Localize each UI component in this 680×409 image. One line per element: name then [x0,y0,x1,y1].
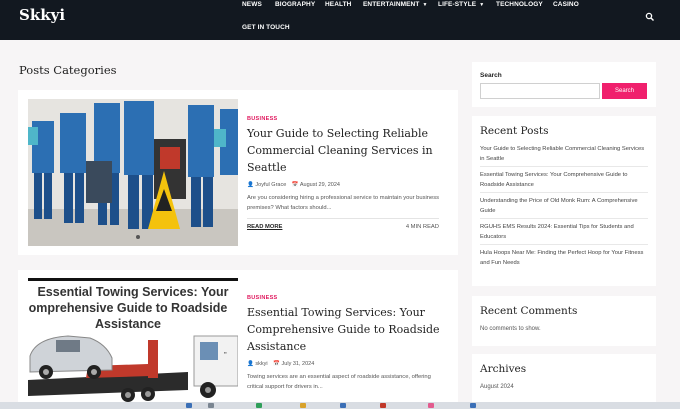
post-category[interactable]: BUSINESS [247,295,278,301]
no-comments-text: No comments to show. [480,326,541,332]
post-thumbnail-cleaning[interactable] [28,99,238,246]
post-card: Essential Towing Services: Your omprehen… [18,270,458,409]
search-label: Search [480,72,502,79]
divider [480,166,648,167]
divider [480,192,648,193]
nav-item-get-in-touch[interactable]: GET IN TOUCH [242,24,290,31]
post-thumbnail-towing[interactable]: Essential Towing Services: Your omprehen… [28,278,238,409]
taskbar-app-icon[interactable] [186,403,192,408]
chevron-down-icon: ▼ [479,2,485,8]
recent-post-link[interactable]: Your Guide to Selecting Reliable Commerc… [480,145,648,164]
post-category[interactable]: BUSINESS [247,116,278,122]
taskbar-app-icon[interactable] [256,403,262,408]
recent-post-link[interactable]: Understanding the Price of Old Monk Rum:… [480,197,648,216]
image-text-line: omprehensive Guide to Roadside [29,301,228,315]
read-more-link[interactable]: READ MORE [247,224,282,230]
taskbar-app-icon[interactable] [380,403,386,408]
nav-item-life-style[interactable]: LIFE-STYLE ▼ [438,1,484,8]
post-meta: 👤 Joyful Grace 📅 August 29, 2024 [247,182,340,188]
recent-comments-widget: Recent Comments No comments to show. [472,296,656,346]
search-button[interactable]: Search [602,83,647,99]
widget-title: Archives [480,363,527,375]
site-logo[interactable]: Skkyi [19,6,65,24]
recent-post-link[interactable]: Hula Hoops Near Me: Finding the Perfect … [480,249,648,268]
nav-item-health[interactable]: HEALTH [325,1,351,8]
image-text-line: Essential Towing Services: Your [37,285,228,299]
calendar-icon: 📅 [291,182,299,188]
cleaning-crew-photo [28,99,238,246]
nav-item-technology[interactable]: TECHNOLOGY [496,1,543,8]
post-title[interactable]: Essential Towing Services: Your Comprehe… [247,304,447,355]
taskbar-app-icon[interactable] [300,403,306,408]
tow-truck-graphic: Essential Towing Services: Your omprehen… [28,278,238,409]
nav-item-news[interactable]: NEWS [242,1,262,8]
post-excerpt: Towing services are an essential aspect … [247,374,431,390]
page-title: Posts Categories [19,63,117,77]
taskbar-app-icon[interactable] [470,403,476,408]
post-divider [247,218,439,219]
site-header: Skkyi NEWS BIOGRAPHY HEALTH ENTERTAINMEN… [0,0,680,40]
recent-posts-widget: Recent Posts Your Guide to Selecting Rel… [472,116,656,286]
post-date: July 31, 2024 [281,361,315,367]
taskbar-app-icon[interactable] [340,403,346,408]
post-title[interactable]: Your Guide to Selecting Reliable Commerc… [247,125,447,176]
widget-title: Recent Comments [480,305,578,317]
archive-link[interactable]: August 2024 [480,384,514,390]
post-card: BUSINESS Your Guide to Selecting Reliabl… [18,90,458,255]
post-excerpt: Are you considering hiring a professiona… [247,195,440,211]
post-meta: 👤 skkyi 📅 July 31, 2024 [247,361,314,367]
post-date: August 29, 2024 [299,182,340,188]
nav-item-casino[interactable]: CASINO [553,1,579,8]
search-input[interactable] [480,83,600,99]
search-widget: Search Search [472,62,656,107]
user-icon: 👤 [247,361,254,367]
nav-item-biography[interactable]: BIOGRAPHY [275,1,315,8]
user-icon: 👤 [247,182,254,188]
divider [480,218,648,219]
post-author[interactable]: skkyi [255,361,267,367]
recent-post-link[interactable]: RGUHS EMS Results 2024: Essential Tips f… [480,223,648,242]
archives-widget: Archives August 2024 [472,354,656,409]
nav-item-entertainment[interactable]: ENTERTAINMENT ▼ [363,1,428,8]
calendar-icon: 📅 [273,361,281,367]
divider [480,244,648,245]
read-time: 4 MIN READ [405,224,439,230]
recent-post-link[interactable]: Essential Towing Services: Your Comprehe… [480,171,648,190]
search-icon[interactable] [645,12,655,22]
image-text-line: Assistance [95,317,161,331]
taskbar-app-icon[interactable] [208,403,214,408]
taskbar-app-icon[interactable] [428,403,434,408]
post-author[interactable]: Joyful Grace [255,182,286,188]
widget-title: Recent Posts [480,125,549,137]
chevron-down-icon: ▼ [422,2,428,8]
